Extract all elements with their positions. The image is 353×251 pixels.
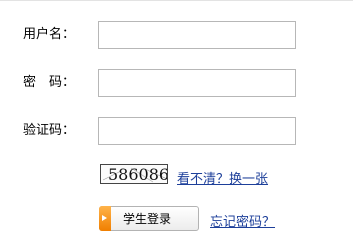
username-input[interactable] — [98, 21, 296, 49]
login-button-label: 学生登录 — [123, 212, 172, 226]
captcha-text: 586086 — [108, 165, 168, 184]
student-login-button[interactable]: 学生登录 — [99, 206, 199, 231]
captcha-input[interactable] — [98, 117, 296, 145]
captcha-image[interactable]: 586086 — [100, 164, 168, 184]
refresh-captcha-link[interactable]: 看不清？换一张 — [177, 171, 268, 189]
captcha-label: 验证码： — [23, 123, 76, 138]
password-label: 密 码： — [23, 75, 76, 90]
username-label: 用户名： — [23, 27, 76, 42]
forgot-password-link[interactable]: 忘记密码？ — [210, 214, 275, 232]
top-divider — [0, 0, 353, 1]
arrow-right-icon — [99, 206, 111, 231]
password-input[interactable] — [98, 69, 296, 97]
